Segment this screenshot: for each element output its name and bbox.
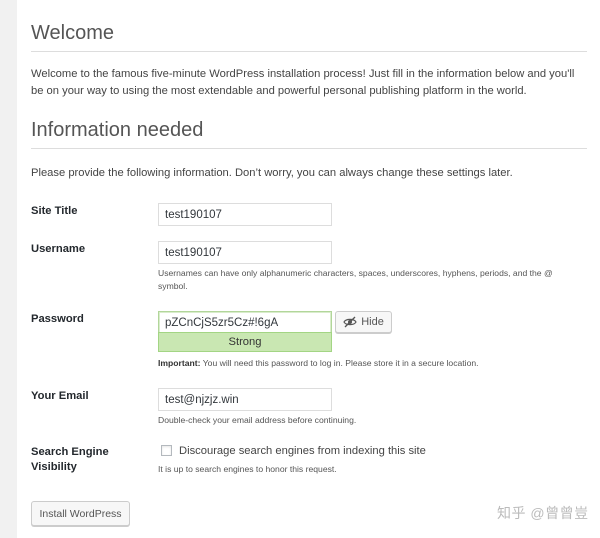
site-title-input[interactable]	[158, 203, 332, 226]
email-input[interactable]	[158, 388, 332, 411]
username-label: Username	[31, 243, 86, 255]
install-wordpress-button[interactable]: Install WordPress	[31, 501, 130, 526]
install-card: Welcome Welcome to the famous five-minut…	[17, 0, 600, 538]
discourage-search-label[interactable]: Discourage search engines from indexing …	[179, 444, 426, 459]
discourage-search-checkbox[interactable]	[161, 445, 172, 456]
info-heading: Information needed	[31, 119, 204, 141]
email-hint: Double-check your email address before c…	[158, 415, 357, 425]
password-hint-text: You will need this password to log in. P…	[200, 358, 479, 368]
info-divider	[31, 148, 587, 149]
site-title-label: Site Title	[31, 205, 78, 217]
welcome-text: Welcome to the famous five-minute WordPr…	[31, 68, 575, 97]
watermark: 知乎 @曾曾豈	[497, 505, 589, 521]
email-label: Your Email	[31, 390, 89, 402]
info-text: Please provide the following information…	[31, 167, 513, 179]
username-hint: Usernames can have only alphanumeric cha…	[158, 268, 553, 291]
hide-button-label: Hide	[361, 316, 384, 328]
password-strength-meter: Strong	[158, 332, 332, 352]
visibility-hint: It is up to search engines to honor this…	[158, 464, 337, 474]
welcome-divider	[31, 51, 587, 52]
eye-slash-icon	[343, 316, 357, 328]
password-input[interactable]	[158, 311, 332, 334]
username-input[interactable]	[158, 241, 332, 264]
visibility-label-line2: Visibility	[31, 461, 77, 473]
password-hint: Important: You will need this password t…	[158, 357, 578, 370]
password-hint-important: Important:	[158, 358, 201, 368]
password-label: Password	[31, 313, 84, 325]
visibility-label: Search Engine Visibility	[31, 445, 109, 475]
visibility-label-line1: Search Engine	[31, 446, 109, 458]
hide-password-button[interactable]: Hide	[335, 311, 392, 333]
welcome-heading: Welcome	[31, 22, 114, 44]
